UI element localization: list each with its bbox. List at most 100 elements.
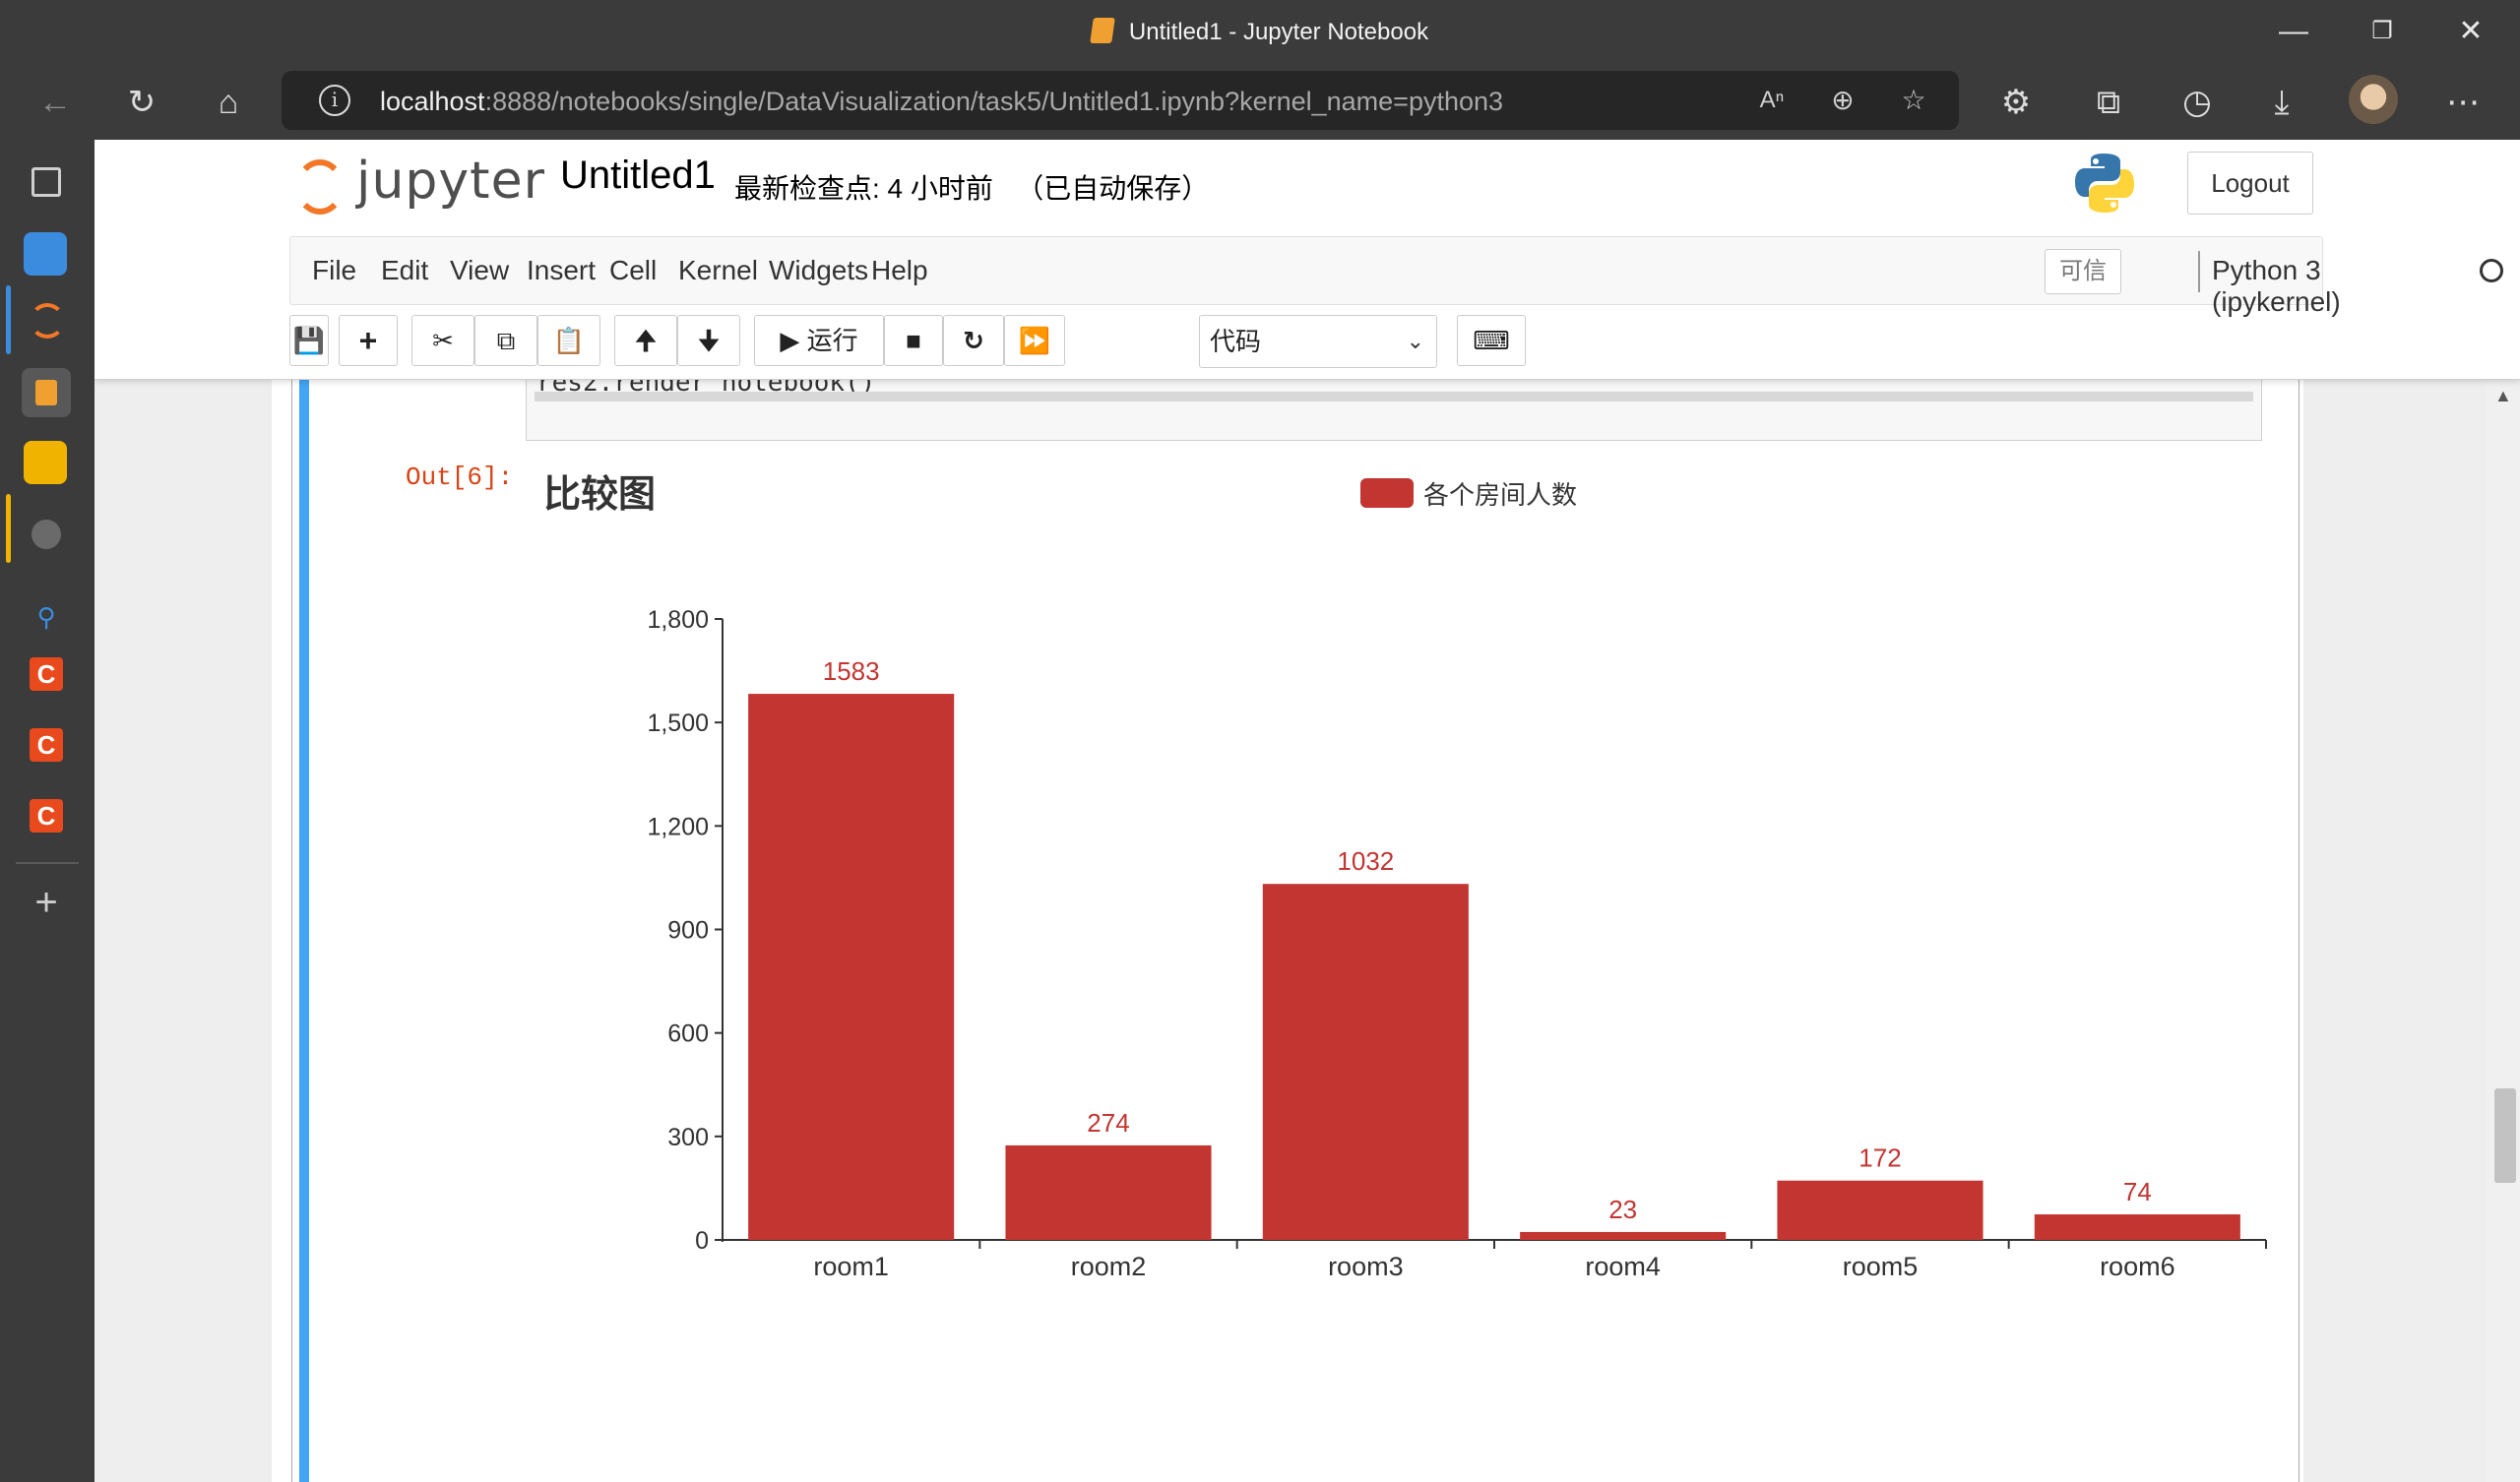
back-icon[interactable]: ← (28, 77, 83, 128)
keyboard-icon: ⌨ (1473, 326, 1510, 355)
menu-kernel[interactable]: Kernel (678, 255, 758, 286)
kernel-name[interactable]: Python 3 (ipykernel) (2212, 255, 2341, 318)
refresh-icon[interactable]: ↻ (114, 77, 169, 128)
bar[interactable] (748, 694, 955, 1240)
notebook-favicon-icon (1090, 18, 1115, 43)
close-window-icon[interactable]: ✕ (2441, 8, 2500, 55)
paste-button[interactable]: 📋 (537, 315, 600, 366)
menu-file[interactable]: File (312, 255, 356, 286)
logout-button[interactable]: Logout (2187, 152, 2313, 215)
bar-chart: 比较图 各个房间人数 0 300 600 900 1,200 1,500 1,800 1583… (543, 474, 2267, 1281)
jupyter-tab-icon[interactable] (30, 303, 65, 339)
address-bar[interactable]: i localhost:8888/notebooks/single/DataVi… (282, 71, 1959, 130)
bar-value-label: 274 (1087, 1108, 1129, 1138)
restart-button[interactable]: ↻ (943, 315, 1004, 366)
home-icon[interactable]: ⌂ (201, 77, 256, 128)
minimize-icon[interactable]: — (2264, 8, 2323, 55)
notebook-toolbar: 💾 + ✂ ⧉ 📋 🠉 🠋 ▶ 运行 ■ ↻ ⏩ 代码 ⌄ ⌨ (289, 315, 1569, 368)
collections-icon[interactable]: ⧉ (2081, 77, 2136, 128)
favorite-add-icon[interactable]: ☆ (1894, 81, 1933, 120)
bar-value-label: 74 (2123, 1177, 2152, 1206)
cut-button[interactable]: ✂ (411, 315, 474, 366)
restart-icon: ↻ (963, 326, 984, 355)
url-path: :8888/notebooks/single/DataVisualization… (484, 87, 1504, 116)
bar[interactable] (1005, 1144, 1212, 1240)
download-icon[interactable]: ⤓ (2254, 77, 2309, 128)
site-info-icon[interactable]: i (319, 85, 350, 116)
move-down-button[interactable]: 🠋 (677, 315, 740, 366)
plus-icon: + (358, 323, 378, 358)
command-palette-button[interactable]: ⌨ (1457, 315, 1526, 366)
menu-view[interactable]: View (450, 255, 509, 286)
window-title: Untitled1 - Jupyter Notebook (0, 18, 2520, 46)
menu-widgets[interactable]: Widgets (769, 255, 868, 286)
paste-icon: 📋 (552, 326, 586, 355)
save-button[interactable]: 💾 (289, 315, 329, 366)
menu-help[interactable]: Help (871, 255, 928, 286)
bar-value-label: 1032 (1337, 846, 1394, 876)
globe-icon[interactable] (32, 520, 61, 549)
x-tick-label: room5 (1843, 1252, 1919, 1281)
csdn-icon-3[interactable]: C (30, 799, 63, 833)
y-tick-label: 300 (667, 1124, 709, 1151)
csdn-icon[interactable]: C (30, 657, 63, 691)
menu-edit[interactable]: Edit (381, 255, 428, 286)
run-button[interactable]: ▶ 运行 (754, 315, 884, 366)
code-input[interactable]: res2.render_notebook() (526, 368, 2262, 441)
bar[interactable] (1262, 884, 1469, 1240)
sidebar-app-icon-2[interactable] (24, 441, 67, 484)
history-icon[interactable]: ◷ (2170, 77, 2225, 128)
browser-sidebar: ⚲ C C C + (0, 140, 94, 1482)
cell-type-select[interactable]: 代码 ⌄ (1199, 315, 1437, 368)
more-menu-icon[interactable]: ⋯ (2435, 77, 2490, 128)
save-icon: 💾 (292, 326, 326, 355)
interrupt-button[interactable]: ■ (884, 315, 943, 366)
legend-label[interactable]: 各个房间人数 (1423, 480, 1577, 510)
kernel-idle-icon (2480, 259, 2503, 282)
notebook-name[interactable]: Untitled1 (560, 154, 716, 198)
menu-cell[interactable]: Cell (609, 255, 657, 286)
zoom-icon[interactable]: ⊕ (1823, 81, 1862, 120)
code-scrollbar[interactable] (535, 392, 2253, 401)
read-aloud-icon[interactable]: Aⁿ (1752, 81, 1792, 120)
profile-avatar[interactable] (2349, 75, 2398, 124)
bar-value-label: 23 (1608, 1195, 1637, 1224)
extensions-icon[interactable]: ⚙ (1988, 77, 2044, 128)
url-text[interactable]: localhost:8888/notebooks/single/DataVisu… (380, 87, 1503, 117)
jupyter-logo-text: jupyter (356, 152, 545, 211)
autosave-text: （已自动保存） (1016, 173, 1210, 204)
play-icon: ▶ (780, 326, 800, 355)
y-tick-label: 900 (667, 917, 709, 945)
cell-selected-indicator (299, 380, 309, 1482)
tab-actions-icon[interactable] (32, 167, 61, 197)
x-tick-label: room1 (813, 1252, 889, 1281)
add-icon[interactable]: + (22, 878, 71, 927)
sidebar-divider (16, 862, 79, 864)
restart-run-all-button[interactable]: ⏩ (1004, 315, 1065, 366)
bar[interactable] (1520, 1231, 1727, 1240)
sidebar-active-indicator (6, 285, 11, 354)
y-tick-label: 0 (695, 1227, 709, 1255)
page-scrollbar[interactable]: ▲ (2487, 380, 2520, 1482)
scrollbar-thumb[interactable] (2494, 1088, 2516, 1183)
scroll-up-icon[interactable]: ▲ (2494, 386, 2512, 406)
csdn-icon-2[interactable]: C (30, 728, 63, 762)
search-icon[interactable]: ⚲ (22, 592, 71, 642)
chevron-down-icon: ⌄ (1406, 329, 1424, 353)
restore-icon[interactable]: ❐ (2353, 8, 2412, 55)
copy-button[interactable]: ⧉ (474, 315, 537, 366)
x-tick-label: room6 (2100, 1252, 2175, 1281)
sidebar-app-icon[interactable] (24, 232, 67, 276)
bar[interactable] (2034, 1214, 2240, 1240)
kernel-divider (2198, 251, 2200, 292)
run-label: 运行 (806, 326, 858, 355)
trusted-badge[interactable]: 可信 (2045, 249, 2121, 294)
insert-cell-button[interactable]: + (339, 315, 398, 366)
move-up-button[interactable]: 🠉 (614, 315, 677, 366)
menu-insert[interactable]: Insert (527, 255, 596, 286)
menu-bar: File Edit View Insert Cell Kernel Widget… (289, 236, 2503, 317)
bar[interactable] (1777, 1180, 1984, 1240)
y-tick-label: 1,500 (647, 710, 709, 737)
legend-swatch[interactable] (1360, 478, 1414, 508)
notebook-tab-icon[interactable] (22, 368, 71, 417)
